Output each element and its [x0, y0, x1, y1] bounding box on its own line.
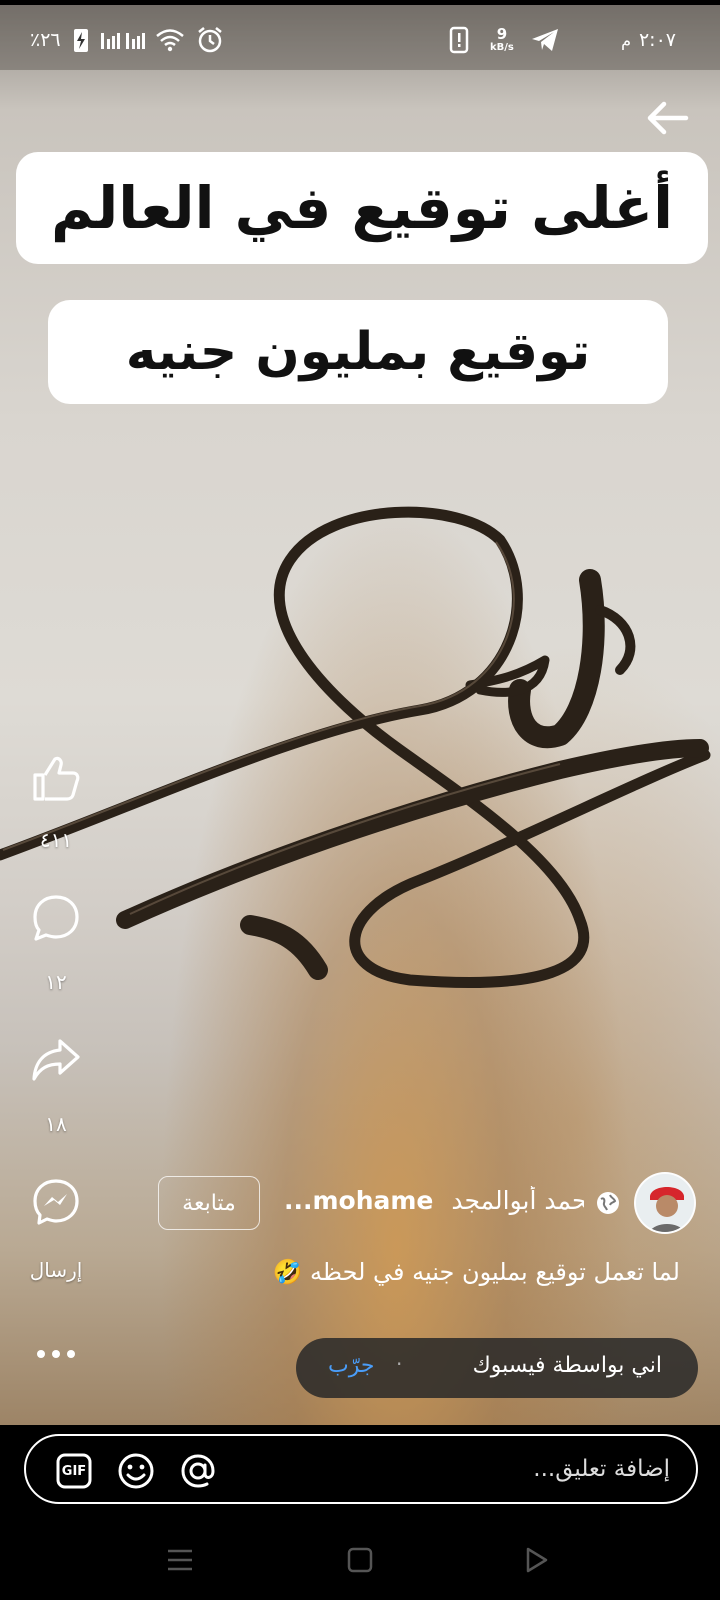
phone-alert-icon [448, 18, 470, 62]
author-name-latin: ...mohame [284, 1186, 434, 1215]
more-icon [37, 1350, 75, 1358]
try-banner-separator: · [396, 1352, 403, 1376]
top-edge [0, 0, 720, 5]
battery-percent: ٪٢٦ [30, 18, 61, 62]
share-icon [32, 1039, 80, 1081]
comment-button[interactable] [22, 884, 90, 952]
send-label: إرسال [29, 1258, 83, 1282]
overlay-title-line-1: أغلى توقيع في العالم [51, 174, 673, 242]
recent-apps-button[interactable] [162, 1542, 198, 1578]
comment-count: ١٢ [45, 970, 67, 994]
overlay-subtitle-card: توقيع بمليون جنيه [48, 300, 668, 404]
back-arrow-icon [647, 101, 689, 135]
comment-input[interactable]: GIF إضافة تعليق... [24, 1434, 698, 1504]
mention-icon [181, 1454, 215, 1488]
telegram-icon [530, 18, 560, 62]
battery-percent-text: ٪٢٦ [30, 29, 61, 51]
author-name[interactable]: ...mohame محمد أبوالمجد [284, 1186, 584, 1215]
avatar[interactable] [634, 1172, 696, 1234]
status-bar: م ٢:٠٧ 9 kB/s ٪٢٦ [0, 18, 720, 62]
status-time-suffix: م [621, 30, 631, 50]
like-icon [33, 756, 80, 801]
home-icon [347, 1547, 373, 1573]
overlay-title-card: أغلى توقيع في العالم [16, 152, 708, 264]
try-banner[interactable]: اني بواسطة فيسبوك · جرّب [296, 1338, 698, 1398]
net-speed: 9 kB/s [490, 18, 514, 62]
gif-button[interactable]: GIF [52, 1449, 96, 1493]
nav-back-icon [526, 1547, 548, 1573]
wifi-icon [155, 18, 185, 62]
share-button[interactable] [22, 1026, 90, 1094]
more-button[interactable] [22, 1320, 90, 1388]
author-name-arabic: محمد أبوالمجد [451, 1186, 584, 1215]
signal-icon [100, 18, 150, 62]
recent-apps-icon [168, 1549, 192, 1571]
gif-label: GIF [61, 1463, 87, 1479]
overlay-title-line-2: توقيع بمليون جنيه [125, 322, 591, 382]
comment-placeholder: إضافة تعليق... [533, 1456, 670, 1482]
nav-back-button[interactable] [518, 1542, 554, 1578]
messenger-icon [33, 1179, 79, 1225]
post-caption[interactable]: لما تعمل توقيع بمليون جنيه في لحظه 🤣 [240, 1258, 680, 1286]
comment-icon [33, 895, 79, 941]
share-count: ١٨ [45, 1112, 67, 1136]
send-button[interactable] [22, 1168, 90, 1236]
author-row: ...mohame محمد أبوالمجد متابعة [150, 1172, 700, 1234]
net-speed-value: 9 [496, 25, 508, 43]
try-link[interactable]: جرّب [328, 1353, 374, 1378]
like-button[interactable] [22, 744, 90, 812]
battery-charging-icon [72, 18, 90, 62]
try-banner-text: اني بواسطة فيسبوك [472, 1353, 662, 1378]
status-time: ٢:٠٧ [638, 29, 676, 51]
net-speed-unit: kB/s [490, 42, 514, 53]
home-button[interactable] [342, 1542, 378, 1578]
back-button[interactable] [640, 90, 696, 146]
globe-icon [596, 1191, 620, 1215]
emoji-button[interactable] [114, 1449, 158, 1493]
emoji-icon [118, 1453, 154, 1489]
system-nav-bar [0, 1520, 720, 1600]
like-count: ٤١١ [39, 828, 73, 852]
follow-button[interactable]: متابعة [158, 1176, 260, 1230]
signature-artwork [0, 506, 711, 988]
alarm-icon [196, 18, 224, 62]
status-clock: م ٢:٠٧ [621, 18, 676, 62]
mention-button[interactable] [176, 1449, 220, 1493]
